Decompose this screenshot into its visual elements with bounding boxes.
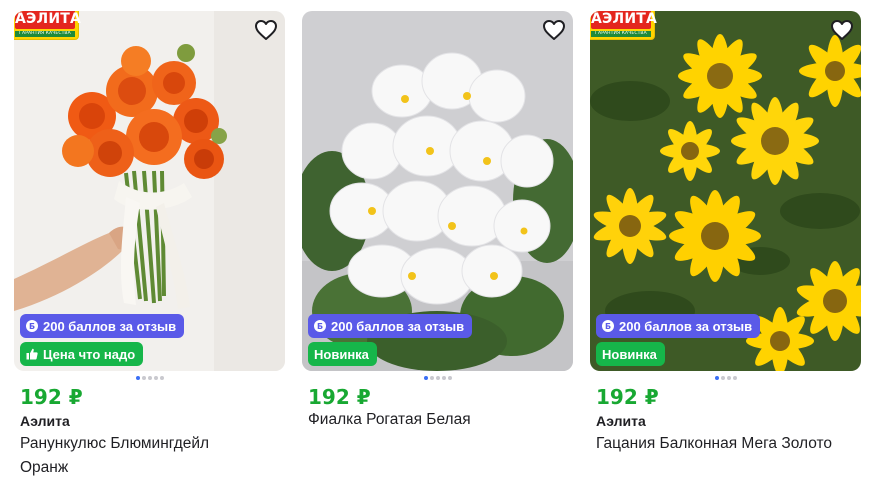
favorite-button[interactable] bbox=[253, 17, 279, 43]
bonus-badge: Б 200 баллов за отзыв bbox=[308, 314, 473, 338]
product-price: 192 ₽ bbox=[308, 385, 371, 409]
price-badge: Цена что надо bbox=[20, 342, 144, 366]
heart-icon bbox=[255, 20, 277, 40]
product-title-line[interactable]: Гацания Балконная Мега Золото bbox=[596, 432, 861, 456]
product-title-line[interactable]: Оранж bbox=[20, 456, 285, 480]
product-title[interactable]: Фиалка Рогатая Белая bbox=[308, 408, 573, 432]
logo-text: АЭЛИТА bbox=[15, 11, 82, 29]
svg-text:Б: Б bbox=[317, 322, 323, 331]
product-photo[interactable]: АЭЛИТА ГАРАНТИЯ КАЧЕСТВА Б 200 баллов за… bbox=[590, 11, 861, 371]
new-badge: Новинка bbox=[308, 342, 377, 366]
favorite-button[interactable] bbox=[541, 17, 567, 43]
product-brand: Аэлита bbox=[596, 413, 646, 429]
aelita-logo: АЭЛИТА ГАРАНТИЯ КАЧЕСТВА bbox=[14, 11, 82, 39]
image-pager[interactable] bbox=[302, 376, 573, 380]
bonus-b-icon: Б bbox=[314, 320, 326, 332]
product-card[interactable]: АЭЛИТА ГАРАНТИЯ КАЧЕСТВА Б 200 баллов за… bbox=[590, 11, 861, 481]
product-brand: Аэлита bbox=[20, 413, 70, 429]
svg-text:Б: Б bbox=[605, 322, 611, 331]
product-price: 192 ₽ bbox=[596, 385, 659, 409]
bonus-badge: Б 200 баллов за отзыв bbox=[20, 314, 185, 338]
product-title-line[interactable]: Ранункулюс Блюмингдейл bbox=[20, 432, 285, 456]
bonus-b-icon: Б bbox=[26, 320, 38, 332]
heart-icon bbox=[543, 20, 565, 40]
product-photo[interactable]: Б 200 баллов за отзыв Новинка bbox=[302, 11, 573, 371]
bonus-b-icon: Б bbox=[602, 320, 614, 332]
bonus-badge-label: 200 баллов за отзыв bbox=[331, 318, 465, 334]
new-badge-label: Новинка bbox=[314, 346, 369, 362]
svg-text:Б: Б bbox=[29, 322, 35, 331]
price-badge-label: Цена что надо bbox=[43, 346, 136, 362]
image-pager[interactable] bbox=[590, 376, 861, 380]
thumbs-up-icon bbox=[26, 348, 38, 360]
image-pager[interactable] bbox=[14, 376, 285, 380]
product-title[interactable]: Ранункулюс Блюмингдейл Оранж bbox=[20, 432, 285, 480]
bonus-badge-label: 200 баллов за отзыв bbox=[619, 318, 753, 334]
logo-subtext: ГАРАНТИЯ КАЧЕСТВА bbox=[591, 31, 651, 37]
product-title-line[interactable]: Фиалка Рогатая Белая bbox=[308, 408, 573, 432]
heart-icon bbox=[831, 20, 853, 40]
logo-text: АЭЛИТА bbox=[591, 11, 658, 29]
bonus-badge-label: 200 баллов за отзыв bbox=[43, 318, 177, 334]
product-photo[interactable]: АЭЛИТА ГАРАНТИЯ КАЧЕСТВА Б 200 баллов за… bbox=[14, 11, 285, 371]
bonus-badge: Б 200 баллов за отзыв bbox=[596, 314, 761, 338]
logo-subtext: ГАРАНТИЯ КАЧЕСТВА bbox=[15, 31, 75, 37]
aelita-logo: АЭЛИТА ГАРАНТИЯ КАЧЕСТВА bbox=[590, 11, 658, 39]
product-card[interactable]: Б 200 баллов за отзыв Новинка 192 ₽ Фиал… bbox=[302, 11, 573, 481]
product-price: 192 ₽ bbox=[20, 385, 83, 409]
new-badge: Новинка bbox=[596, 342, 665, 366]
new-badge-label: Новинка bbox=[602, 346, 657, 362]
product-card[interactable]: АЭЛИТА ГАРАНТИЯ КАЧЕСТВА Б 200 баллов за… bbox=[14, 11, 285, 481]
product-title[interactable]: Гацания Балконная Мега Золото bbox=[596, 432, 861, 456]
favorite-button[interactable] bbox=[829, 17, 855, 43]
